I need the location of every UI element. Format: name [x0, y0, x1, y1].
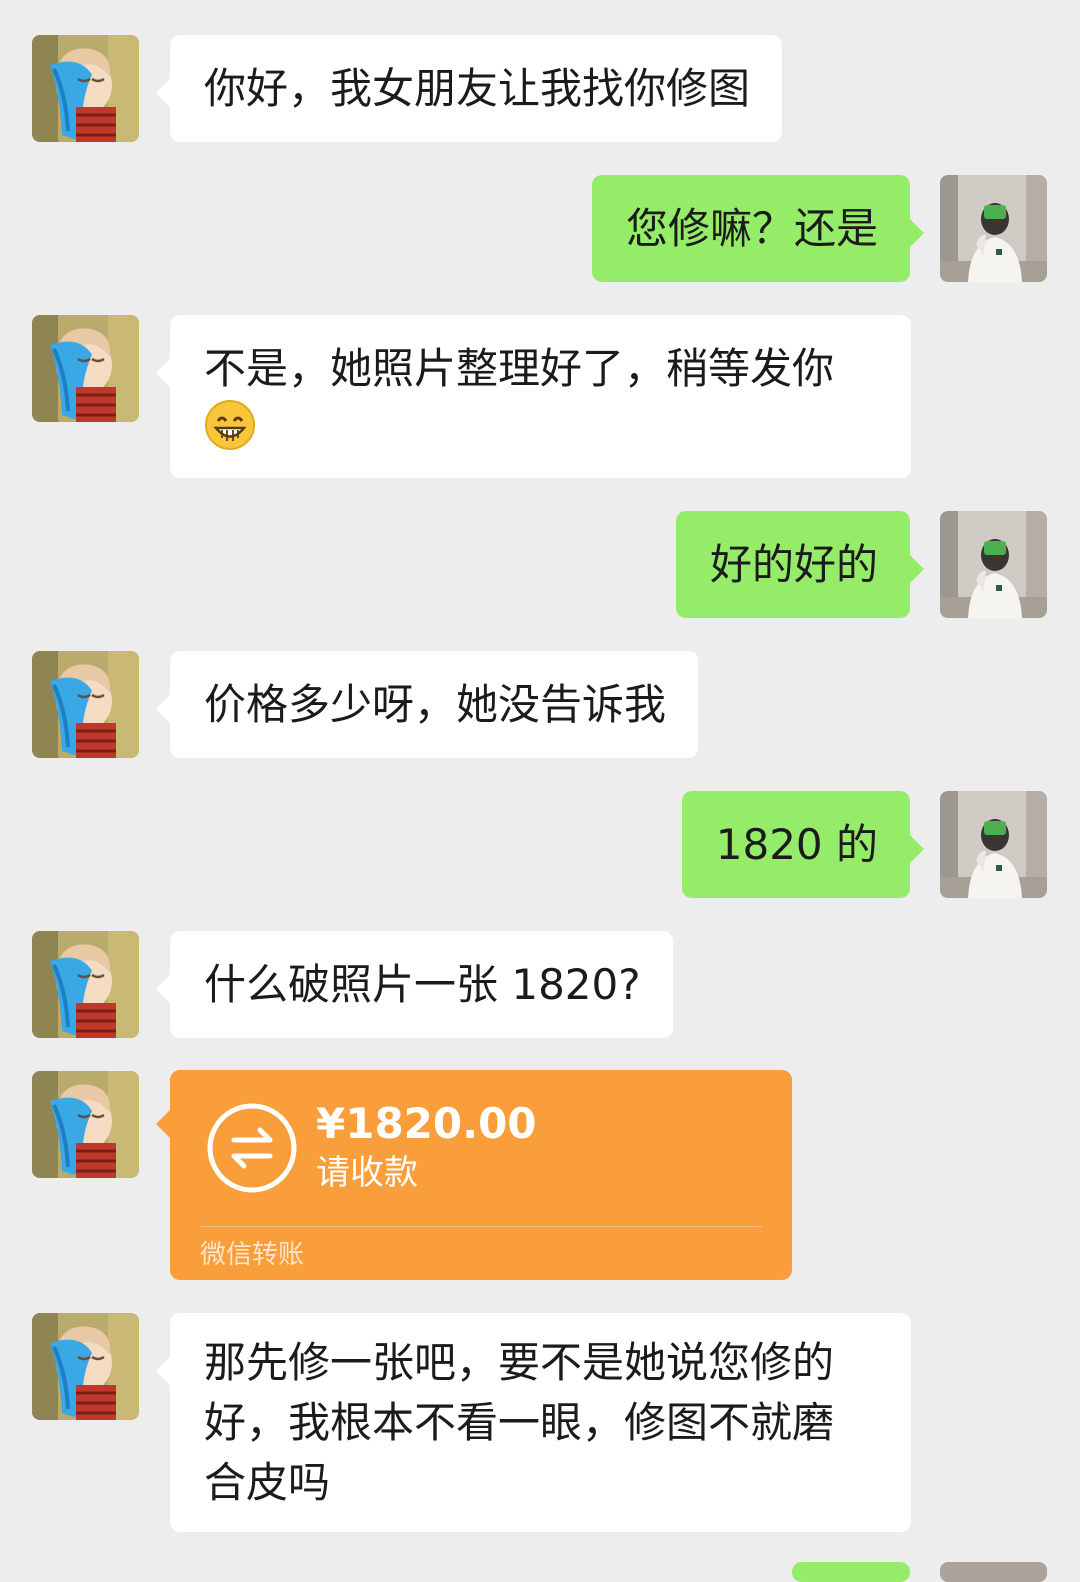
message-text: 你好，我女朋友让我找你修图 — [204, 64, 751, 113]
cartoon-avatar-icon — [32, 315, 139, 422]
my-avatar-partial[interactable] — [940, 1562, 1047, 1582]
transfer-amount: ¥1820.00 — [316, 1099, 537, 1148]
cartoon-avatar-icon — [32, 931, 139, 1038]
message-text: 您修嘛？还是 — [625, 204, 878, 253]
divider — [200, 1226, 762, 1227]
outgoing-message-partial[interactable] — [792, 1562, 910, 1582]
contact-avatar[interactable] — [32, 651, 139, 758]
message-text: 好的好的 — [709, 540, 878, 589]
incoming-message[interactable]: 价格多少呀，她没告诉我 — [155, 651, 699, 758]
transfer-status: 请收款 — [316, 1153, 418, 1193]
cartoon-avatar-icon — [32, 35, 139, 142]
cartoon-avatar-icon — [32, 1071, 139, 1178]
message-text-line: 好，我根本不看一眼，修图不就磨 — [204, 1398, 835, 1447]
message-text: 1820 的 — [715, 820, 878, 869]
my-avatar[interactable] — [940, 175, 1047, 282]
my-avatar[interactable] — [940, 791, 1047, 898]
message-text: 什么破照片一张 1820? — [204, 960, 641, 1009]
photo-avatar-icon — [940, 511, 1047, 618]
incoming-message[interactable]: 那先修一张吧，要不是她说您修的 好，我根本不看一眼，修图不就磨 合皮吗 — [156, 1313, 911, 1532]
message-text: 价格多少呀，她没告诉我 — [204, 680, 667, 729]
outgoing-message[interactable]: 1820 的 — [681, 791, 925, 898]
message-text: 不是，她照片整理好了，稍等发你 — [204, 344, 835, 393]
outgoing-message[interactable]: 您修嘛？还是 — [591, 175, 925, 282]
contact-avatar[interactable] — [32, 1071, 139, 1178]
message-text-line: 那先修一张吧，要不是她说您修的 — [204, 1338, 835, 1387]
transfer-arrows-icon — [206, 1102, 298, 1194]
incoming-message[interactable]: 不是，她照片整理好了，稍等发你 — [156, 315, 911, 478]
outgoing-message[interactable]: 好的好的 — [675, 511, 925, 618]
transfer-card[interactable]: ¥1820.00 请收款 微信转账 — [156, 1070, 792, 1280]
contact-avatar[interactable] — [32, 1313, 139, 1420]
cartoon-avatar-icon — [32, 651, 139, 758]
incoming-message[interactable]: 你好，我女朋友让我找你修图 — [155, 35, 783, 142]
contact-avatar[interactable] — [32, 35, 139, 142]
incoming-message[interactable]: 什么破照片一张 1820? — [156, 931, 673, 1038]
cartoon-avatar-icon — [32, 1313, 139, 1420]
message-text-line: 合皮吗 — [204, 1458, 331, 1507]
contact-avatar[interactable] — [32, 931, 139, 1038]
transfer-footer-label: 微信转账 — [200, 1240, 305, 1270]
my-avatar[interactable] — [940, 511, 1047, 618]
grinning-face-emoji — [204, 399, 256, 467]
contact-avatar[interactable] — [32, 315, 139, 422]
photo-avatar-icon — [940, 791, 1047, 898]
photo-avatar-icon — [940, 175, 1047, 282]
